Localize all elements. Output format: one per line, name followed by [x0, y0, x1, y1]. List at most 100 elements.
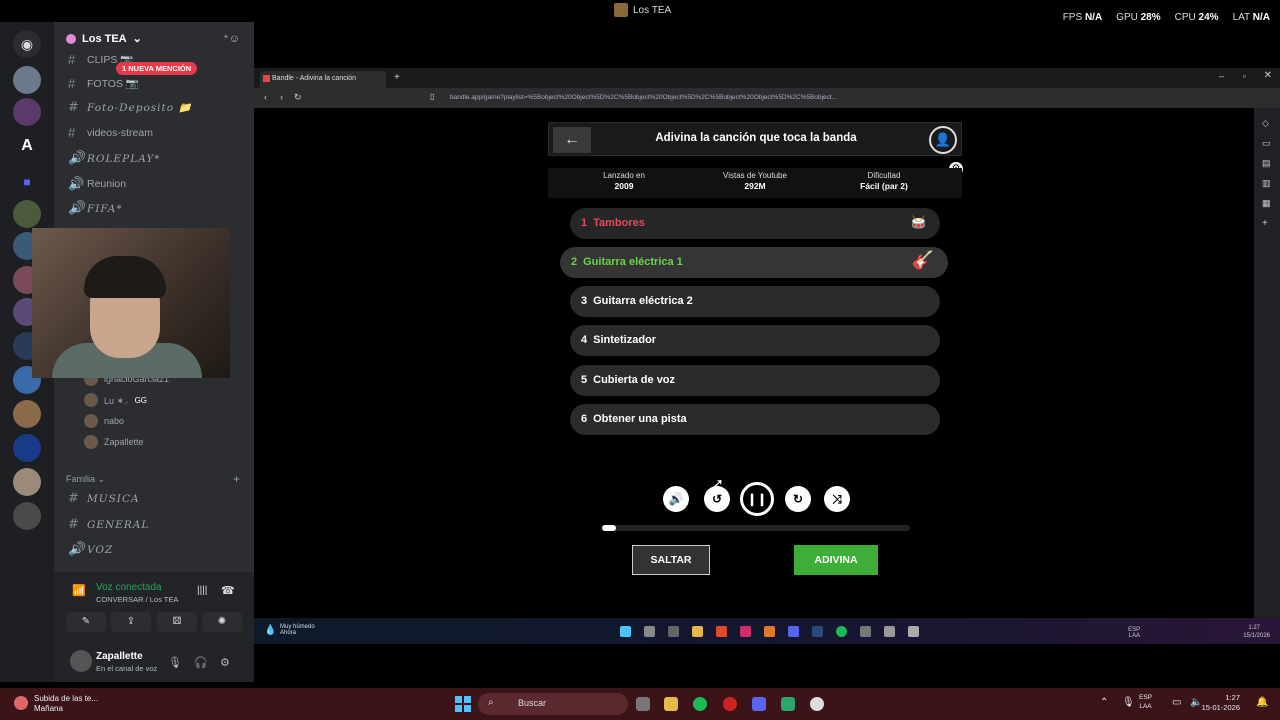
server-icon[interactable]	[13, 502, 41, 530]
app-icon[interactable]	[884, 626, 895, 637]
microphone-icon[interactable]: 🎙	[168, 656, 182, 669]
minimize-icon[interactable]: –	[1219, 71, 1224, 81]
camera-button[interactable]: ✎	[66, 612, 106, 632]
notifications-bell-icon[interactable]: 🔔	[1256, 697, 1268, 708]
server-icon[interactable]	[13, 66, 41, 94]
folder-icon[interactable]: ■	[13, 168, 41, 196]
mention-badge[interactable]: 1 NUEVA MENCIÓN	[116, 62, 198, 75]
soundboard-button[interactable]: ✺	[202, 612, 242, 632]
skip-button[interactable]: SALTAR	[632, 545, 710, 575]
category-familia[interactable]: Familia ⌄	[66, 474, 105, 485]
inner-time[interactable]: 1:27	[1248, 625, 1260, 631]
server-icon[interactable]	[13, 200, 41, 228]
obs-icon[interactable]	[810, 697, 824, 711]
sidebar-icon[interactable]: ◇	[1262, 118, 1269, 129]
app-icon[interactable]	[723, 697, 737, 711]
app-icon[interactable]	[908, 626, 919, 637]
sidebar-icon[interactable]: ▦	[1262, 198, 1271, 209]
sidebar-icon[interactable]: ▥	[1262, 178, 1271, 189]
app-icon[interactable]	[764, 626, 775, 637]
taskview-icon[interactable]	[636, 697, 650, 711]
avatar[interactable]	[70, 650, 92, 672]
server-header[interactable]: Los TEA ⌄	[66, 32, 142, 45]
url-input[interactable]: bandle.app/game?playlist=%5Bobject%20Obj…	[450, 94, 837, 101]
activities-button[interactable]: ⚄	[157, 612, 197, 632]
server-icon[interactable]	[13, 400, 41, 428]
channel-foto-deposito[interactable]: # Foto-Deposito 📁	[68, 100, 193, 115]
brave-icon[interactable]	[716, 626, 727, 637]
add-icon[interactable]: +	[1262, 218, 1268, 229]
taskbar-lang[interactable]: ESP LAA	[1139, 693, 1152, 711]
guitar-icon: 🎸	[911, 250, 934, 270]
voice-user[interactable]: Zapallette	[84, 435, 144, 449]
invite-icon[interactable]: ⁺☺	[223, 32, 240, 45]
discord-home-icon[interactable]: ◉	[13, 30, 41, 58]
screenshare-button[interactable]: ⇪	[111, 612, 151, 632]
server-icon[interactable]	[13, 434, 41, 462]
channel-roleplay[interactable]: 🔊 ROLEPLAY*	[68, 151, 161, 166]
channel-fifa[interactable]: 🔊 FIFA*	[68, 201, 123, 216]
add-channel-icon[interactable]: +	[233, 472, 240, 486]
app-icon[interactable]	[860, 626, 871, 637]
channel-voz[interactable]: 🔊 VOZ	[68, 542, 113, 557]
server-icon[interactable]	[13, 98, 41, 126]
taskbar-clock[interactable]: 1:27 15-01-2026	[1202, 693, 1240, 713]
voice-user[interactable]: Lu ✶⸝ GG	[84, 393, 147, 407]
inner-date[interactable]: 15/1/2026	[1243, 633, 1270, 639]
channel-videos-stream[interactable]: # videos-stream	[68, 125, 153, 140]
channel-fotos[interactable]: # FOTOS 📷	[68, 76, 139, 91]
forward-5-button[interactable]: ↻	[785, 486, 811, 512]
server-icon[interactable]: A	[13, 132, 41, 160]
server-icon[interactable]	[13, 468, 41, 496]
profile-icon[interactable]: 👤	[929, 126, 957, 154]
forward-icon[interactable]: ›	[280, 92, 283, 102]
browser-tab[interactable]: Bandle - Adivina la canción	[260, 71, 386, 88]
channel-general[interactable]: # GENERAL	[68, 517, 149, 532]
playback-progress[interactable]	[602, 525, 910, 531]
voice-channel[interactable]: CONVERSAR / Los TEA	[96, 595, 178, 604]
stat-gpu: GPU 28%	[1116, 12, 1161, 23]
taskview-icon[interactable]	[668, 626, 679, 637]
inner-lang[interactable]: ESP LAA	[1128, 627, 1140, 639]
clue-6[interactable]: 6 Obtener una pista	[570, 404, 940, 435]
guess-button[interactable]: ADIVINA	[794, 545, 878, 575]
taskbar-search[interactable]: ⌕ Buscar	[478, 693, 628, 715]
shuffle-off-button[interactable]: ⤨	[824, 486, 850, 512]
headphones-icon[interactable]: 🎧	[194, 656, 208, 669]
notification-widget[interactable]: Subida de las te... Mañana	[34, 694, 98, 714]
close-icon[interactable]: ✕	[1264, 70, 1272, 81]
reload-icon[interactable]: ↻	[294, 92, 302, 103]
sidebar-icon[interactable]: ▭	[1262, 138, 1271, 149]
volume-icon[interactable]: 🔈	[1190, 697, 1202, 708]
voice-user[interactable]: nabo	[84, 414, 124, 428]
steam-icon[interactable]	[812, 626, 823, 637]
channel-musica[interactable]: # MUSICA	[68, 491, 140, 506]
disconnect-icon[interactable]: ☎	[221, 584, 235, 597]
windows-icon[interactable]	[620, 626, 631, 637]
sidebar-icon[interactable]: ▤	[1262, 158, 1271, 169]
search-icon[interactable]	[644, 626, 655, 637]
rewind-5-button[interactable]: ↺	[704, 486, 730, 512]
discord-icon[interactable]	[752, 697, 766, 711]
network-icon[interactable]: ▭	[1172, 697, 1181, 708]
discord-icon[interactable]	[788, 626, 799, 637]
new-tab-icon[interactable]: +	[394, 72, 400, 83]
app-icon[interactable]	[740, 626, 751, 637]
gear-icon[interactable]: ⚙	[220, 656, 230, 669]
channel-reunion[interactable]: 🔊 Reunion	[68, 176, 126, 192]
spotify-icon[interactable]	[693, 697, 707, 711]
windows-start-icon[interactable]	[455, 696, 471, 712]
inner-weather[interactable]: Muy húmedo Ahora	[280, 624, 315, 636]
maximize-icon[interactable]: ▫	[1243, 71, 1246, 81]
microphone-icon[interactable]: 🎙	[1122, 697, 1135, 708]
explorer-icon[interactable]	[664, 697, 678, 711]
volume-button[interactable]: 🔊	[663, 486, 689, 512]
noise-icon[interactable]: ||||	[197, 585, 207, 596]
app-icon[interactable]	[781, 697, 795, 711]
pause-button[interactable]: ❙❙	[740, 482, 774, 516]
bookmark-icon[interactable]: ▯	[430, 92, 434, 101]
tray-chevron-icon[interactable]: ⌃	[1100, 697, 1108, 708]
explorer-icon[interactable]	[692, 626, 703, 637]
back-icon[interactable]: ‹	[264, 92, 267, 102]
spotify-icon[interactable]	[836, 626, 847, 637]
